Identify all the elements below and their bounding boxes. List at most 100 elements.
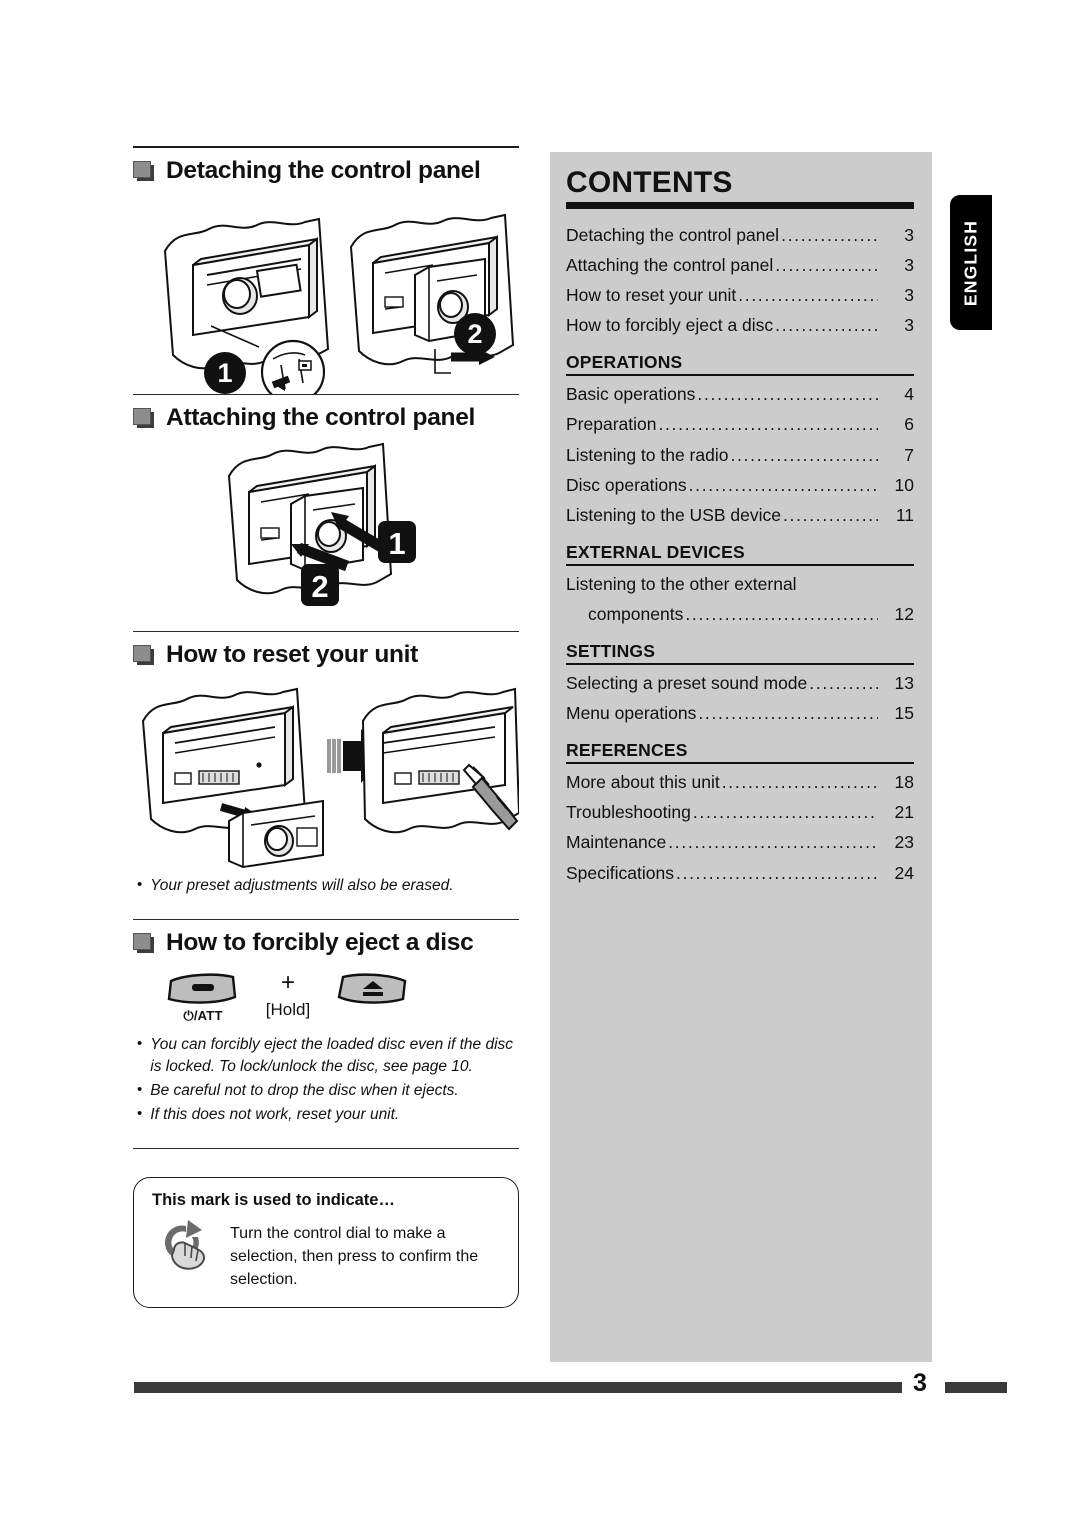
toc-leader-dots: ........................................… bbox=[781, 225, 878, 245]
eject-key-combination: ⏻/ATT + [Hold] bbox=[165, 970, 519, 1024]
toc-entry-page: 10 bbox=[894, 474, 914, 495]
toc-entry[interactable]: Attaching the control panel.............… bbox=[566, 250, 914, 280]
manual-page: Detaching the control panel 1 2 Attachin… bbox=[0, 0, 1080, 1529]
toc-leader-dots: ........................................… bbox=[697, 384, 878, 405]
toc-entry-page: 3 bbox=[904, 225, 914, 245]
toc-leader-dots: ........................................… bbox=[668, 832, 878, 853]
figure-reset-unit bbox=[133, 673, 519, 873]
toc-entry-page: 6 bbox=[904, 414, 914, 435]
section-title-eject: How to forcibly eject a disc bbox=[166, 928, 474, 956]
toc-entry[interactable]: components..............................… bbox=[566, 599, 914, 629]
toc-entry-label: Basic operations bbox=[566, 384, 696, 405]
toc-entry[interactable]: How to forcibly eject a disc............… bbox=[566, 310, 914, 340]
toc-entry-label: More about this unit bbox=[566, 772, 720, 793]
toc-leader-dots: ........................................… bbox=[685, 603, 878, 624]
toc-leader-dots: ........................................… bbox=[738, 285, 878, 306]
toc-entry-label: Listening to the USB device bbox=[566, 504, 781, 525]
toc-entry[interactable]: Specifications..........................… bbox=[566, 858, 914, 888]
toc-entry-page: 18 bbox=[894, 772, 914, 793]
hold-label: [Hold] bbox=[265, 1000, 311, 1020]
eject-note-2: • If this does not work, reset your unit… bbox=[137, 1104, 519, 1126]
toc-group: EXTERNAL DEVICES Listening to the other e… bbox=[566, 542, 914, 629]
toc-leader-dots: ........................................… bbox=[775, 315, 878, 336]
divider-eject bbox=[133, 918, 519, 920]
toc-entry-page: 3 bbox=[904, 255, 914, 276]
bullet-icon: • bbox=[137, 1080, 143, 1098]
mark-box-text: Turn the control dial to make a selectio… bbox=[230, 1224, 479, 1289]
section-header-eject: How to forcibly eject a disc bbox=[133, 928, 519, 957]
toc-entry-label: Detaching the control panel bbox=[566, 225, 780, 245]
reset-note-text: Your preset adjustments will also be era… bbox=[150, 876, 454, 894]
toc-entry-label: components bbox=[588, 603, 684, 624]
toc-leader-dots: ........................................… bbox=[775, 255, 878, 276]
toc-group-heading: EXTERNAL DEVICES bbox=[566, 541, 745, 562]
toc-group-rule bbox=[566, 374, 914, 377]
toc-entry-label: How to reset your unit bbox=[566, 285, 737, 306]
toc-entry[interactable]: Detaching the control panel.............… bbox=[566, 220, 914, 250]
section-marker-icon bbox=[133, 160, 155, 182]
svg-text:1: 1 bbox=[388, 526, 405, 561]
left-column: Detaching the control panel 1 2 Attachin… bbox=[133, 146, 519, 1309]
toc-group: REFERENCES More about this unit..........… bbox=[566, 740, 914, 887]
toc-entry[interactable]: Preparation.............................… bbox=[566, 409, 914, 439]
mark-box-title: This mark is used to indicate… bbox=[152, 1190, 395, 1209]
page-number: 3 bbox=[913, 1369, 927, 1397]
page-footer: 3 bbox=[0, 1369, 1080, 1397]
toc-group-heading: SETTINGS bbox=[566, 641, 656, 662]
figure-attaching-control-panel: 1 2 bbox=[133, 436, 519, 631]
toc-entry-label: Disc operations bbox=[566, 474, 687, 495]
svg-text:2: 2 bbox=[311, 569, 328, 604]
toc-group-rule bbox=[566, 563, 914, 566]
toc-group-heading: OPERATIONS bbox=[566, 352, 683, 373]
toc-leader-dots: ........................................… bbox=[675, 862, 878, 883]
power-att-label: ⏻/ATT bbox=[183, 1007, 223, 1023]
toc-entry-label: Menu operations bbox=[566, 703, 697, 724]
toc-entry-page: 13 bbox=[894, 673, 914, 694]
plus-hold-group: + [Hold] bbox=[257, 970, 319, 1020]
toc-leader-dots: ........................................… bbox=[658, 414, 878, 435]
toc-entry-page: 12 bbox=[894, 603, 914, 624]
eject-keycap[interactable] bbox=[335, 971, 411, 1008]
toc-entry[interactable]: Troubleshooting.........................… bbox=[566, 797, 914, 827]
toc-entry-page: 3 bbox=[904, 315, 914, 336]
divider-reset bbox=[133, 630, 519, 632]
toc-entry[interactable]: Menu operations.........................… bbox=[566, 698, 914, 728]
svg-text:2: 2 bbox=[467, 319, 482, 349]
toc-entry[interactable]: Listening to the radio..................… bbox=[566, 440, 914, 470]
toc-entry-label: Listening to the radio bbox=[566, 444, 729, 465]
toc-leader-dots: ........................................… bbox=[809, 673, 878, 694]
contents-panel: CONTENTS Detaching the control panel....… bbox=[550, 152, 932, 1362]
reset-note-0: • Your preset adjustments will also be e… bbox=[137, 875, 519, 897]
toc-entry-label: Selecting a preset sound mode bbox=[566, 673, 808, 694]
toc-entry-label: Specifications bbox=[566, 862, 674, 883]
toc-entry[interactable]: Maintenance.............................… bbox=[566, 827, 914, 857]
power-att-keycap[interactable]: ⏻/ATT bbox=[165, 971, 241, 1024]
toc-entry[interactable]: Listening to the USB device.............… bbox=[566, 500, 914, 530]
toc-leader-dots: ........................................… bbox=[698, 703, 878, 724]
toc-entry[interactable]: More about this unit....................… bbox=[566, 767, 914, 797]
section-header-reset: How to reset your unit bbox=[133, 641, 519, 669]
toc-entry[interactable]: Listening to the other external.........… bbox=[566, 569, 914, 599]
toc-entry-page: 15 bbox=[894, 703, 914, 724]
toc-leader-dots: ........................................… bbox=[692, 802, 878, 823]
bullet-icon: • bbox=[137, 1034, 143, 1052]
toc-entry-label: Attaching the control panel bbox=[566, 255, 774, 276]
toc-entry-label: Preparation bbox=[566, 414, 657, 435]
toc-entry[interactable]: Disc operations.........................… bbox=[566, 470, 914, 500]
toc-group-rule bbox=[566, 663, 914, 666]
eject-note-text: If this does not work, reset your unit. bbox=[150, 1105, 400, 1123]
toc-entry-page: 7 bbox=[904, 444, 914, 465]
toc-group: SETTINGS Selecting a preset sound mode...… bbox=[566, 641, 914, 728]
section-marker-icon bbox=[133, 932, 155, 954]
divider-markbox bbox=[133, 1147, 519, 1149]
language-tab: ENGLISH bbox=[950, 195, 992, 330]
toc-entry[interactable]: Selecting a preset sound mode...........… bbox=[566, 668, 914, 698]
toc-entry[interactable]: How to reset your unit..................… bbox=[566, 280, 914, 310]
eject-note-text: You can forcibly eject the loaded disc e… bbox=[150, 1035, 514, 1075]
toc-entry[interactable]: Basic operations........................… bbox=[566, 379, 914, 409]
toc-leader-dots: ........................................… bbox=[783, 504, 878, 525]
toc-entry-page: 21 bbox=[894, 802, 914, 823]
table-of-contents: Detaching the control panel.............… bbox=[566, 220, 914, 888]
toc-entry-label: How to forcibly eject a disc bbox=[566, 315, 774, 336]
bullet-icon: • bbox=[137, 875, 143, 893]
